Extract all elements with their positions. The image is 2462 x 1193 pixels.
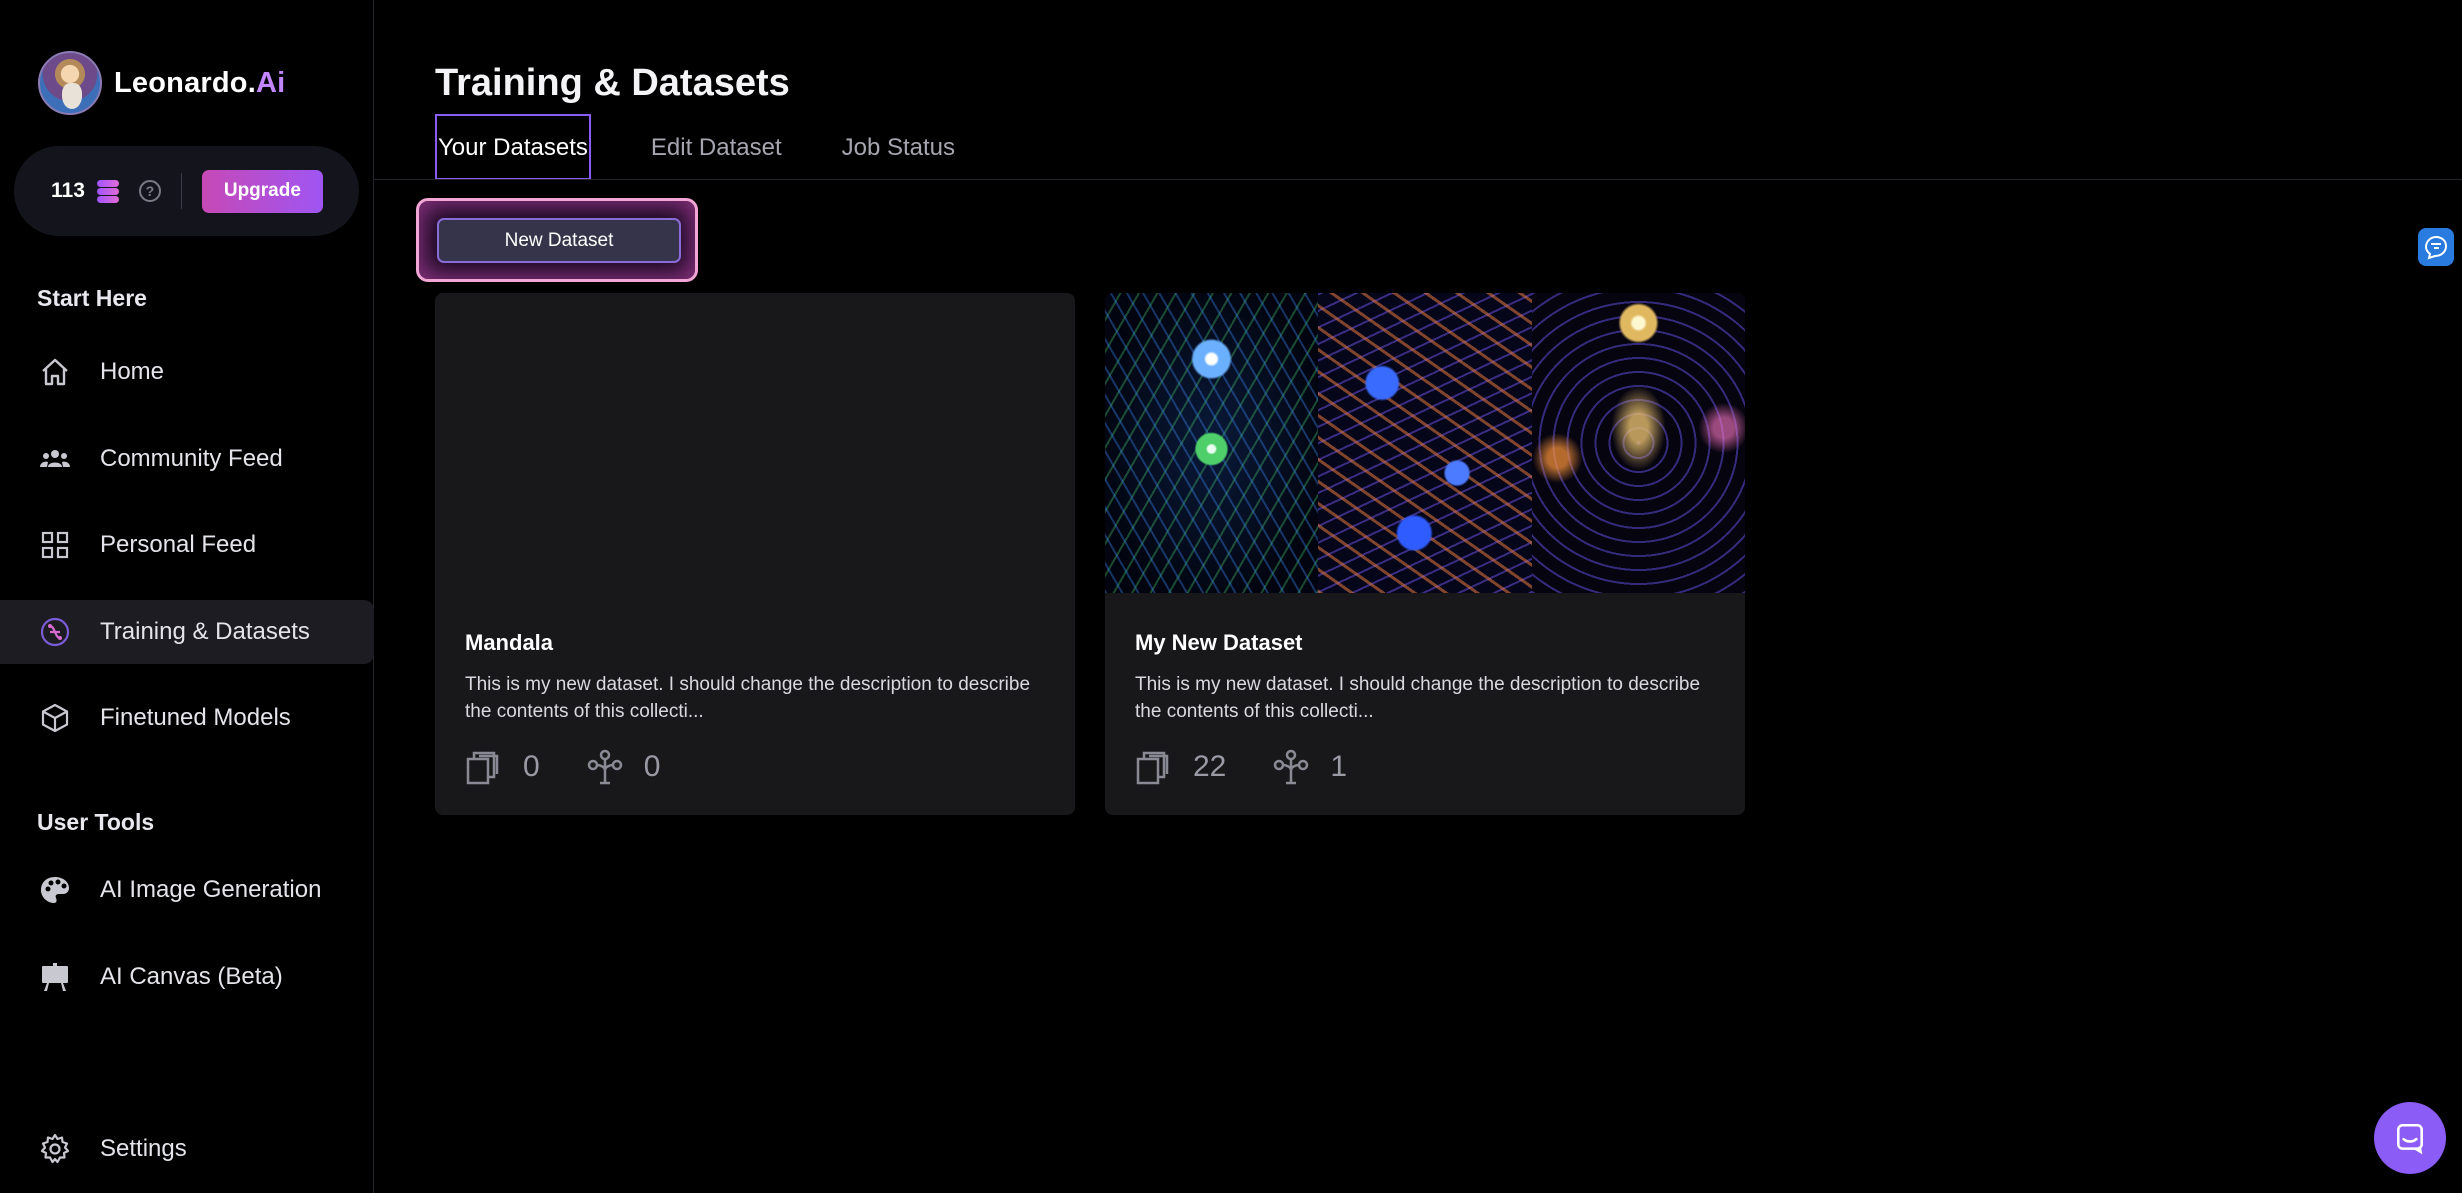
dataset-thumbnail [1105, 293, 1745, 593]
easel-icon [38, 960, 72, 994]
sidebar-item-training-datasets[interactable]: Training & Datasets [0, 600, 374, 664]
image-count: 0 [523, 750, 540, 783]
dataset-title: Mandala [465, 630, 554, 655]
page-title: Training & Datasets [435, 62, 790, 104]
coin-stack-icon [95, 178, 121, 204]
upgrade-button[interactable]: Upgrade [201, 169, 323, 213]
sidebar-item-label: Settings [100, 1135, 187, 1162]
sidebar-item-finetuned-models[interactable]: Finetuned Models [0, 686, 374, 750]
sidebar-item-personal-feed[interactable]: Personal Feed [0, 513, 374, 577]
sidebar-item-label: Community Feed [100, 445, 283, 472]
tab-job-status[interactable]: Job Status [842, 114, 955, 180]
copy-images-icon [466, 751, 499, 785]
dataset-description: This is my new dataset. I should change … [465, 674, 1031, 722]
thumbnail-image-2 [1318, 293, 1532, 593]
sidebar-item-ai-canvas[interactable]: AI Canvas (Beta) [0, 945, 374, 1009]
sidebar-item-label: Training & Datasets [100, 618, 310, 645]
dataset-card-my-new-dataset[interactable]: My New Dataset This is my new dataset. I… [1105, 293, 1745, 815]
users-icon [38, 442, 72, 476]
dataset-stats: 0 0 [465, 748, 706, 786]
sidebar-item-community-feed[interactable]: Community Feed [0, 427, 374, 491]
grid-icon [38, 528, 72, 562]
sidebar-item-settings[interactable]: Settings [0, 1117, 374, 1181]
image-count-stat: 22 [1135, 748, 1226, 786]
copy-images-icon [1136, 751, 1169, 785]
dataset-thumbnail [435, 293, 1075, 593]
sidebar-item-label: Personal Feed [100, 531, 257, 558]
training-icon [38, 615, 72, 649]
tab-divider [374, 179, 2462, 180]
new-dataset-button[interactable]: New Dataset [437, 218, 681, 263]
section-start-here: Start Here [37, 285, 147, 311]
thumbnail-image-1 [1105, 293, 1319, 593]
sidebar-item-label: AI Image Generation [100, 876, 322, 903]
sidebar-item-label: Home [100, 358, 165, 385]
dataset-stats: 22 1 [1135, 748, 1393, 786]
cube-icon [38, 701, 72, 735]
dataset-title: My New Dataset [1135, 630, 1303, 655]
brand-name: Leonardo.Ai [114, 66, 286, 99]
palette-icon [38, 873, 72, 907]
credit-count: 113 [51, 179, 85, 202]
tab-bar: Your Datasets Edit Dataset Job Status [435, 114, 1015, 180]
dataset-description: This is my new dataset. I should change … [1135, 674, 1701, 722]
thumbnail-image-3 [1531, 293, 1745, 593]
sidebar-item-label: Finetuned Models [100, 704, 291, 731]
logo-avatar [38, 51, 102, 115]
translate-icon[interactable] [2418, 228, 2454, 266]
model-count-stat: 1 [1272, 748, 1347, 786]
section-user-tools: User Tools [37, 809, 155, 835]
dataset-card-mandala[interactable]: Mandala This is my new dataset. I should… [435, 293, 1075, 815]
credits-divider [180, 173, 182, 209]
brand-logo[interactable]: Leonardo.Ai [38, 51, 285, 115]
model-count-stat: 0 [586, 748, 661, 786]
sidebar-item-label: AI Canvas (Beta) [100, 963, 283, 990]
image-count: 22 [1193, 750, 1227, 783]
model-tree-icon [1274, 749, 1309, 785]
credits-bar: 113 ? Upgrade [14, 146, 359, 236]
model-count: 1 [1330, 750, 1348, 783]
new-dataset-highlight: New Dataset [416, 198, 698, 282]
sidebar-item-home[interactable]: Home [0, 340, 374, 404]
image-count-stat: 0 [465, 748, 540, 786]
sidebar: Leonardo.Ai 113 ? Upgrade Start Here Hom… [0, 0, 374, 1193]
model-tree-icon [587, 749, 622, 785]
help-icon[interactable]: ? [138, 180, 161, 202]
home-icon [38, 355, 72, 389]
chat-support-icon[interactable] [2374, 1102, 2446, 1174]
tab-edit-dataset[interactable]: Edit Dataset [651, 114, 782, 180]
sidebar-item-ai-image-generation[interactable]: AI Image Generation [0, 858, 374, 922]
gear-icon [38, 1132, 72, 1166]
model-count: 0 [643, 750, 661, 783]
tab-your-datasets[interactable]: Your Datasets [435, 114, 591, 180]
